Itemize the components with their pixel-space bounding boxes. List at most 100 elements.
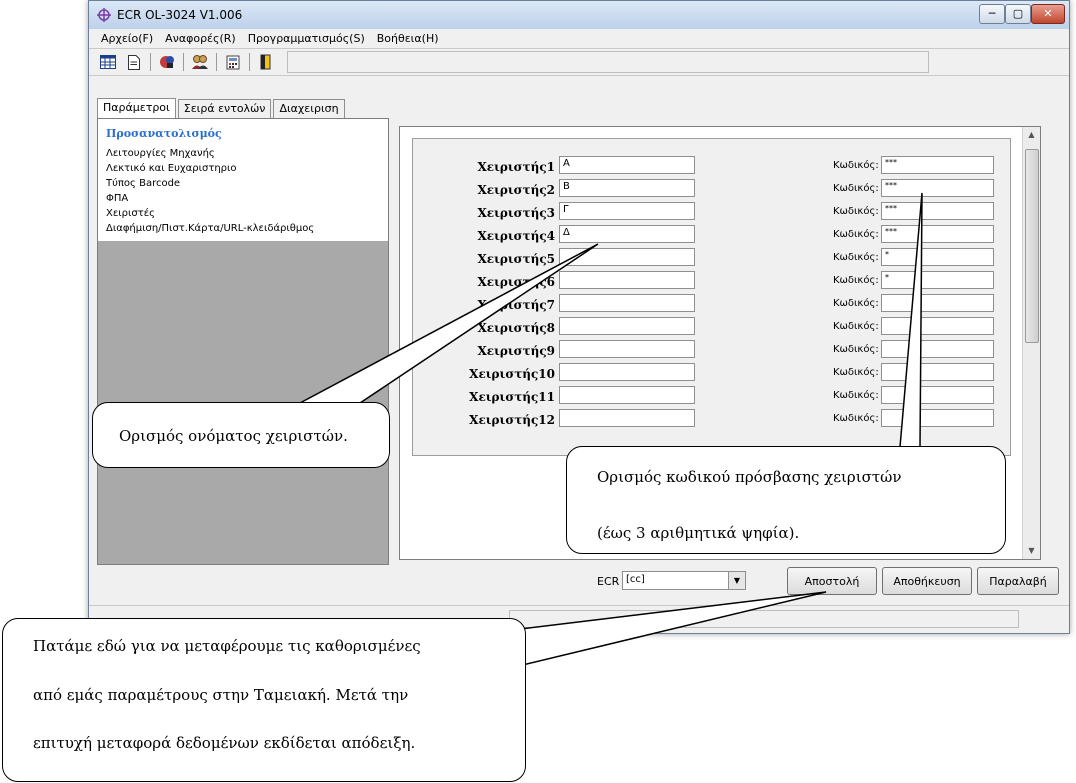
chevron-down-icon[interactable]: ▼ [728,572,745,589]
calculator-icon[interactable] [224,53,242,71]
toolbar [89,49,1069,76]
password-label: Κωδικός: [833,298,879,309]
password-input[interactable] [881,317,994,335]
send-button[interactable]: Αποστολή [787,567,877,595]
sidebar-list: Προσανατολισμός Λειτουργίες Μηχανής Λεκτ… [98,119,388,241]
exit-icon[interactable] [257,53,275,71]
password-input[interactable]: *** [881,202,994,220]
password-label: Κωδικός: [833,160,879,171]
operator-label: Χειριστής11 [469,390,555,404]
password-label: Κωδικός: [833,413,879,424]
menu-help[interactable]: Βοήθεια(H) [371,29,445,48]
password-input[interactable] [881,340,994,358]
operator-row: Χειριστής1 Α Κωδικός: *** [413,156,1010,178]
operators-frame: Χειριστής1 Α Κωδικός: *** Χειριστής2 Β Κωδικός… [412,138,1011,456]
operator-name-input[interactable] [559,409,695,427]
tab-parameters[interactable]: Παράμετροι [97,98,176,118]
vertical-scrollbar[interactable]: ▲ ▼ [1022,127,1040,559]
menu-file[interactable]: Αρχείο(F) [95,29,159,48]
callout-send-parameters: Πατάμε εδώ για να μεταφέρουμε τις καθορι… [2,618,526,782]
scroll-up-icon[interactable]: ▲ [1023,127,1040,143]
receive-button[interactable]: Παραλαβή [977,567,1059,595]
password-label: Κωδικός: [833,344,879,355]
toolbar-separator [150,53,151,71]
password-input[interactable] [881,386,994,404]
scroll-down-icon[interactable]: ▼ [1023,543,1040,559]
password-input[interactable]: * [881,271,994,289]
toolbar-spacer [287,51,929,73]
operator-row: Χειριστής10 Κωδικός: [413,363,1010,385]
crosshair-icon [97,8,111,22]
callout-operator-names: Ορισμός ονόματος χειριστών. [92,402,390,468]
operator-row: Χειριστής8 Κωδικός: [413,317,1010,339]
operator-name-input[interactable] [559,363,695,381]
save-button[interactable]: Αποθήκευση [882,567,972,595]
operator-row: Χειριστής9 Κωδικός: [413,340,1010,362]
minimize-button[interactable]: ─ [979,4,1005,24]
document-icon[interactable] [125,53,143,71]
scroll-thumb[interactable] [1025,149,1039,343]
operator-label: Χειριστής5 [477,252,555,266]
sidebar-item-operators[interactable]: Χειριστές [98,206,388,221]
callout-password-line-2: (έως 3 αριθμητικά ψηφία). [597,524,800,542]
operator-name-input[interactable] [559,248,695,266]
operator-name-input[interactable] [559,340,695,358]
operator-row: Χειριστής5 Κωδικός: * [413,248,1010,270]
maximize-button[interactable]: ▢ [1005,4,1031,24]
ecr-select[interactable]: [cc] ▼ [622,571,746,590]
sidebar-title[interactable]: Προσανατολισμός [98,123,388,146]
grid-icon[interactable] [99,53,117,71]
password-label: Κωδικός: [833,367,879,378]
operator-name-input[interactable] [559,317,695,335]
operator-label: Χειριστής3 [477,206,555,220]
callout-operator-names-text: Ορισμός ονόματος χειριστών. [119,427,348,445]
password-label: Κωδικός: [833,183,879,194]
sidebar-item-barcode-type[interactable]: Τύπος Barcode [98,176,388,191]
callout-send-line-2: από εμάς παραμέτρους στην Ταμειακή. Μετά… [33,686,409,704]
toolbar-separator [183,53,184,71]
operator-label: Χειριστής4 [477,229,555,243]
password-input[interactable]: *** [881,225,994,243]
operator-row: Χειριστής3 Γ Κωδικός: *** [413,202,1010,224]
password-input[interactable]: * [881,248,994,266]
operator-row: Χειριστής12 Κωδικός: [413,409,1010,431]
operator-label: Χειριστής6 [477,275,555,289]
operator-row: Χειριστής7 Κωδικός: [413,294,1010,316]
sidebar-item-header-footer[interactable]: Λεκτικό και Ευχαριστηριο [98,161,388,176]
palette-icon[interactable] [158,53,176,71]
password-input[interactable] [881,294,994,312]
close-button[interactable]: ✕ [1031,4,1065,24]
operator-label: Χειριστής10 [469,367,555,381]
sidebar-item-vat[interactable]: ΦΠΑ [98,191,388,206]
operator-name-input[interactable]: Δ [559,225,695,243]
operator-label: Χειριστής12 [469,413,555,427]
callout-send-line-3: επιτυχή μεταφορά δεδομένων εκδίδεται από… [33,734,416,752]
sidebar-item-machine-functions[interactable]: Λειτουργίες Μηχανής [98,146,388,161]
tab-command-order[interactable]: Σειρά εντολών [177,99,272,119]
operator-name-input[interactable]: Γ [559,202,695,220]
tab-management[interactable]: Διαχειριση [273,99,345,119]
menu-programming[interactable]: Προγραμματισμός(S) [242,29,371,48]
users-icon[interactable] [191,53,209,71]
password-input[interactable]: *** [881,156,994,174]
operator-name-input[interactable] [559,294,695,312]
operator-name-input[interactable] [559,386,695,404]
menu-reports[interactable]: Αναφορές(R) [159,29,242,48]
password-label: Κωδικός: [833,252,879,263]
title-bar[interactable]: ECR OL-3024 V1.006 ─ ▢ ✕ [89,1,1069,29]
operator-label: Χειριστής8 [477,321,555,335]
sidebar-item-advertising[interactable]: Διαφήμιση/Πιστ.Κάρτα/URL-κλειδάριθμος [98,221,388,236]
operator-name-input[interactable] [559,271,695,289]
callout-send-line-1: Πατάμε εδώ για να μεταφέρουμε τις καθορι… [33,637,421,655]
operator-label: Χειριστής7 [477,298,555,312]
password-label: Κωδικός: [833,229,879,240]
password-input[interactable]: *** [881,179,994,197]
ecr-select-value: [cc] [626,574,645,585]
operator-name-input[interactable]: Β [559,179,695,197]
operator-label: Χειριστής9 [477,344,555,358]
password-label: Κωδικός: [833,275,879,286]
password-input[interactable] [881,363,994,381]
password-input[interactable] [881,409,994,427]
sidebar: Προσανατολισμός Λειτουργίες Μηχανής Λεκτ… [97,118,389,565]
operator-name-input[interactable]: Α [559,156,695,174]
